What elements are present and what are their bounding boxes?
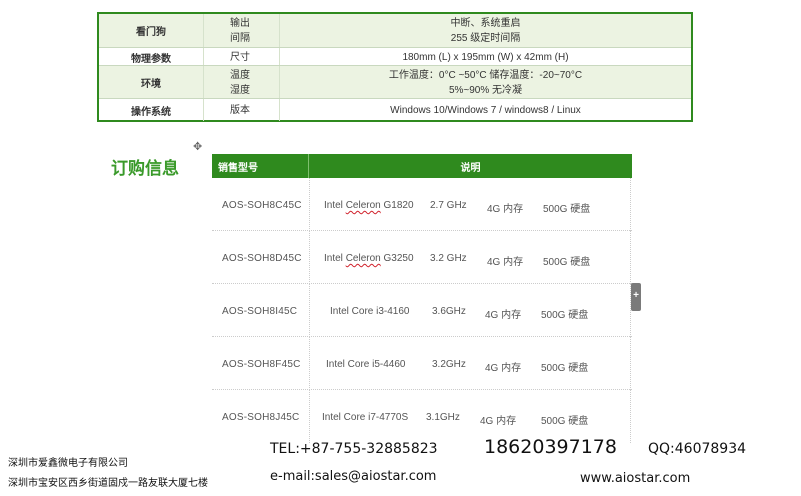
plus-icon[interactable]: + [631,283,641,311]
spec-value: 中断、系统重启 [450,17,521,29]
spec-value: 180mm (L) x 195mm (W) x 42mm (H) [402,51,569,63]
spec-category: 物理参数 [131,53,171,65]
model-number: AOS-SOH8D45C [222,253,302,264]
spec-row-environment: 环境 温度 湿度 工作温度：0°C ~50°C 储存温度：-20~70°C 5%… [99,65,691,99]
cpu-spec: Intel Core i3-4160 [330,306,410,317]
telephone: TEL:+87-755-32885823 [270,441,438,457]
spec-param: 湿度 [230,84,250,96]
disk-spec: 500G 硬盘 [543,257,591,268]
cpu-spec: Intel Core i7-4770S [322,412,409,423]
ordering-row: AOS-SOH8C45C Intel Celeron G1820 2.7 GHz… [212,178,632,231]
model-number: AOS-SOH8C45C [222,200,302,211]
spec-category: 操作系统 [131,106,171,118]
ordering-title: 订购信息 [111,159,179,178]
spec-param: 间隔 [230,32,250,44]
memory-spec: 4G 内存 [480,416,517,427]
model-number: AOS-SOH8I45C [222,306,298,317]
memory-spec: 4G 内存 [487,257,524,268]
spec-param: 版本 [230,104,250,116]
website-link[interactable]: www.aiostar.com [580,471,690,486]
cpu-frequency: 3.2 GHz [430,253,467,264]
email-address[interactable]: e-mail:sales@aiostar.com [270,469,436,484]
cpu-frequency: 3.2GHz [432,359,466,370]
cpu-spec: Intel Core i5-4460 [326,359,406,370]
disk-spec: 500G 硬盘 [541,310,589,321]
header-description: 说明 [460,162,481,174]
disk-spec: 500G 硬盘 [541,416,589,427]
ordering-row: AOS-SOH8F45C Intel Core i5-4460 3.2GHz 4… [212,337,632,390]
spec-params: 版本 [203,99,279,121]
disk-spec: 500G 硬盘 [541,363,589,374]
spec-params: 温度 湿度 [203,66,279,99]
ordering-row: AOS-SOH8D45C Intel Celeron G3250 3.2 GHz… [212,231,632,284]
spec-param: 温度 [230,69,250,81]
cpu-frequency: 3.1GHz [426,412,460,423]
memory-spec: 4G 内存 [485,363,522,374]
ordering-table-header: 销售型号 说明 [212,154,632,178]
spec-values: Windows 10/Windows 7 / windows8 / Linux [279,99,691,121]
spec-values: 工作温度：0°C ~50°C 储存温度：-20~70°C 5%~90% 无冷凝 [279,66,691,99]
cpu-spec: Intel Celeron G1820 [324,200,414,211]
spec-params: 输出 间隔 [203,14,279,47]
spec-category: 看门狗 [136,27,166,38]
spec-row-physical: 物理参数 尺寸 180mm (L) x 195mm (W) x 42mm (H) [99,47,691,66]
spec-params: 尺寸 [203,48,279,66]
cpu-frequency: 2.7 GHz [430,200,467,211]
spec-values: 180mm (L) x 195mm (W) x 42mm (H) [279,48,691,66]
qq-number: QQ:46078934 [648,441,747,457]
disk-spec: 500G 硬盘 [543,204,591,215]
spec-param: 尺寸 [230,51,250,63]
spec-values: 中断、系统重启 255 级定时间隔 [279,14,691,47]
ordering-row: AOS-SOH8I45C Intel Core i3-4160 3.6GHz 4… [212,284,632,337]
spec-row-watchdog: 看门狗 输出 间隔 中断、系统重启 255 级定时间隔 [99,14,691,47]
spec-param: 输出 [230,17,250,29]
spec-value: Windows 10/Windows 7 / windows8 / Linux [390,104,581,116]
spec-value: 工作温度：0°C ~50°C 储存温度：-20~70°C [388,69,583,81]
model-number: AOS-SOH8F45C [222,359,301,370]
header-model: 销售型号 [212,154,309,178]
spec-value: 255 级定时间隔 [450,32,521,44]
memory-spec: 4G 内存 [487,204,524,215]
company-address: 深圳市宝安区西乡街道固戍一路友联大厦七楼 [8,478,208,489]
spec-table: 看门狗 输出 间隔 中断、系统重启 255 级定时间隔 物理参数 尺寸 180m… [97,12,693,122]
mobile-number: 18620397178 [484,436,617,458]
spec-value: 5%~90% 无冷凝 [448,84,523,96]
spec-category: 环境 [141,79,161,90]
cpu-frequency: 3.6GHz [432,306,466,317]
memory-spec: 4G 内存 [485,310,522,321]
company-name: 深圳市爱鑫微电子有限公司 [8,458,128,469]
spec-row-os: 操作系统 版本 Windows 10/Windows 7 / windows8 … [99,98,691,121]
sparkle-icon: ✥ [193,141,203,153]
model-number: AOS-SOH8J45C [222,412,300,423]
cpu-spec: Intel Celeron G3250 [324,253,414,264]
